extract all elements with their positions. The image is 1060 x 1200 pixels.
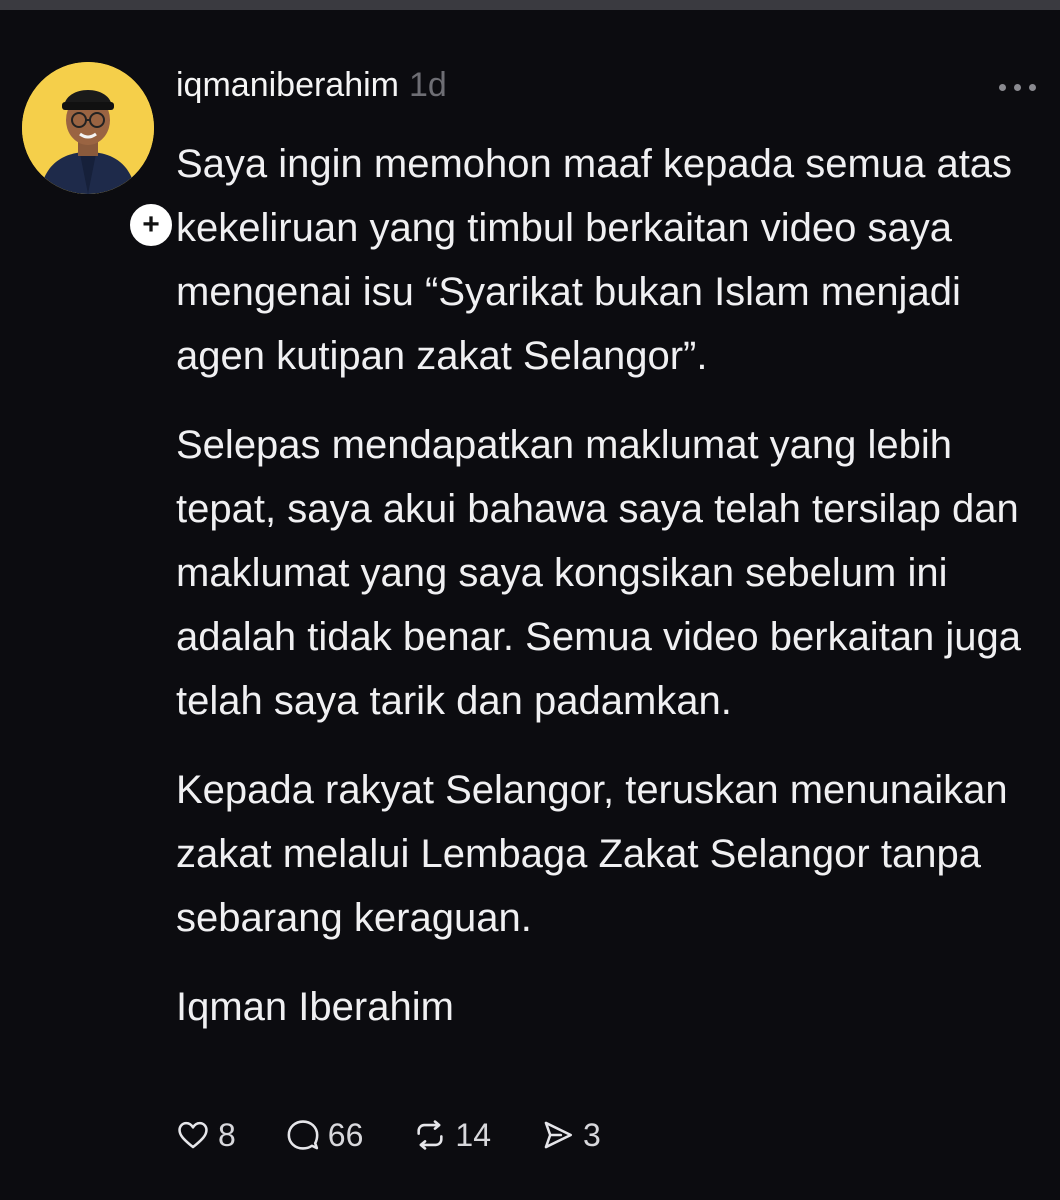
- send-icon: [544, 1121, 573, 1149]
- reply-count: 66: [327, 1116, 364, 1153]
- repost-count: 14: [455, 1116, 491, 1153]
- post-timestamp: 1d: [409, 66, 447, 104]
- post-body: Saya ingin memohon maaf kepada semua ata…: [176, 132, 1036, 1064]
- repost-button[interactable]: 14: [413, 1117, 491, 1154]
- more-dot: [999, 83, 1006, 91]
- repost-icon: [417, 1120, 443, 1150]
- more-dot: [1014, 83, 1021, 91]
- action-bar: 8 66 14 3: [176, 1110, 651, 1160]
- post-signature: Iqman Iberahim: [176, 985, 454, 1029]
- more-options-icon[interactable]: [999, 72, 1036, 102]
- top-border: [0, 0, 1060, 10]
- avatar-container[interactable]: +: [22, 62, 176, 250]
- share-button[interactable]: 3: [541, 1117, 601, 1154]
- share-count: 3: [582, 1116, 601, 1153]
- avatar[interactable]: [22, 62, 154, 194]
- heart-icon: [178, 1121, 208, 1149]
- more-dot: [1029, 83, 1036, 91]
- username-link[interactable]: iqmaniberahim: [176, 66, 399, 105]
- post-paragraph: Selepas mendapatkan maklumat yang lebih …: [176, 423, 1022, 723]
- like-button[interactable]: 8: [176, 1117, 236, 1154]
- avatar-image: [22, 62, 154, 194]
- follow-plus-icon[interactable]: +: [126, 200, 176, 250]
- post-header: iqmaniberahim 1d: [176, 66, 447, 116]
- post-card: + iqmaniberahim 1d Saya ingin memohon ma…: [0, 10, 1060, 1200]
- reply-button[interactable]: 66: [286, 1116, 364, 1154]
- comment-bubble-icon: [287, 1120, 319, 1150]
- post-paragraph: Saya ingin memohon maaf kepada semua ata…: [176, 142, 1013, 378]
- like-count: 8: [218, 1116, 236, 1153]
- post-paragraph: Kepada rakyat Selangor, teruskan menunai…: [176, 768, 1008, 940]
